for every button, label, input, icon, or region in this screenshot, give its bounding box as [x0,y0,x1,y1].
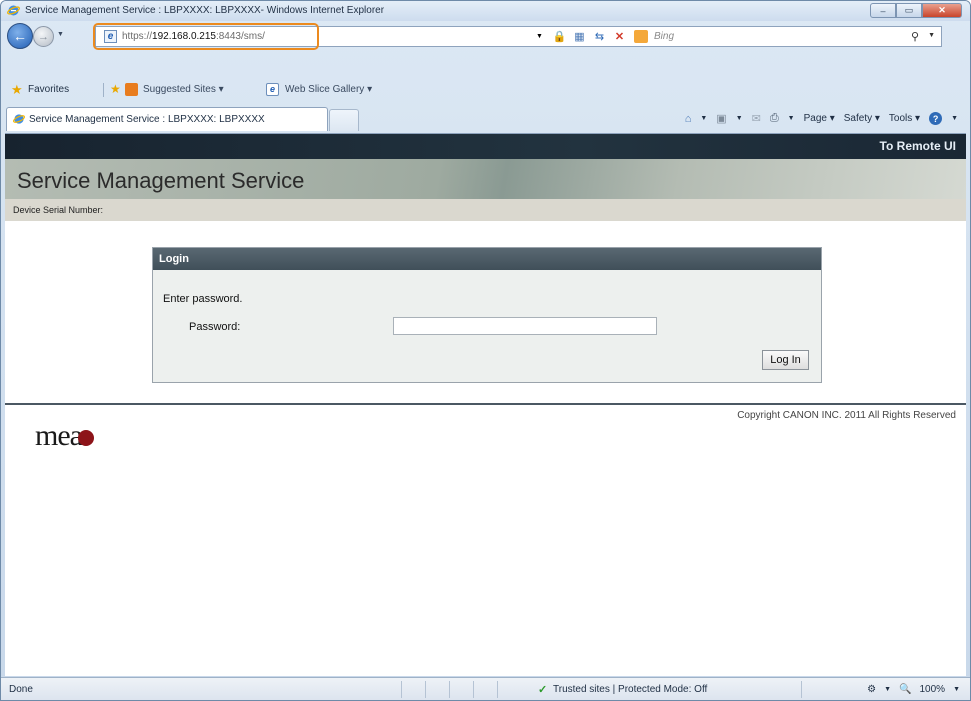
password-field[interactable] [393,317,657,335]
ie-tab-icon [13,114,25,124]
to-remote-ui-link[interactable]: To Remote UI [880,139,956,153]
zoom-icon[interactable]: 🔍 [899,684,911,695]
feeds-icon[interactable]: ▣ [716,112,726,125]
top-strip: To Remote UI [5,134,966,159]
status-text: Done [9,684,33,695]
copyright-text: Copyright CANON INC. 2011 All Rights Res… [737,410,956,421]
meap-logo: mea [35,419,94,453]
browser-window: Service Management Service : LBPXXXX: LB… [0,0,971,701]
add-favorite-icon[interactable]: ★ [110,82,121,96]
favorites-bar: ★ Favorites ★ Suggested Sites ▾ e Web Sl… [1,79,970,101]
login-button[interactable]: Log In [762,350,809,370]
compatibility-view-icon[interactable]: ▦ [572,29,587,44]
address-dropdown-icon[interactable]: ▼ [532,29,547,44]
web-slice-gallery-link[interactable]: Web Slice Gallery ▾ [285,84,372,95]
status-panels [401,681,521,698]
command-bar: ⌂ ▼ ▣ ▼ ✉ ⎙ ▼ Page ▾ Safety ▾ Tools ▾ ? … [685,112,958,125]
help-dropdown-icon[interactable]: ▼ [951,115,958,122]
favorites-button[interactable]: Favorites [28,84,69,95]
print-dropdown-icon[interactable]: ▼ [788,115,795,122]
status-panel [425,681,449,698]
forward-arrow-icon: → [38,30,49,43]
status-panel [449,681,473,698]
help-icon[interactable]: ? [929,112,943,125]
feeds-dropdown-icon[interactable]: ▼ [736,115,743,122]
home-dropdown-icon[interactable]: ▼ [700,115,707,122]
title-bar: Service Management Service : LBPXXXX: LB… [1,1,970,21]
tab-bar: Service Management Service : LBPXXXX: LB… [1,103,970,133]
password-label: Password: [189,321,241,333]
status-panel [497,681,521,698]
suggested-sites-icon [125,83,138,96]
print-icon[interactable]: ⎙ [770,112,779,125]
back-arrow-icon: ← [13,28,27,44]
zone-dropdown-icon[interactable]: ▼ [884,686,891,693]
search-dropdown-icon[interactable]: ▼ [928,32,935,39]
serial-bar: Device Serial Number: [5,199,966,221]
web-slice-icon: e [266,83,279,96]
window-title: Service Management Service : LBPXXXX: LB… [25,5,385,16]
mail-icon[interactable]: ✉ [752,112,761,125]
zoom-dropdown-icon[interactable]: ▼ [953,686,960,693]
status-bar: Done ✓ Trusted sites | Protected Mode: O… [1,677,970,700]
zone-settings-icon[interactable]: ⚙ [867,684,876,695]
suggested-sites-link[interactable]: Suggested Sites ▾ [143,84,224,95]
page-content: To Remote UI Service Management Service … [5,133,966,676]
trusted-zone-check-icon: ✓ [538,684,548,696]
meap-logo-dot-icon [77,430,94,446]
footer-divider [5,403,966,405]
search-input[interactable]: Bing [654,31,674,42]
meap-logo-text: mea [35,419,83,452]
login-prompt: Enter password. [163,293,243,305]
refresh-icon[interactable]: ⇆ [592,29,607,44]
minimize-button[interactable]: – [870,3,896,18]
bing-logo-icon [634,30,648,43]
url-highlight-callout [93,23,319,50]
forward-button[interactable]: → [33,26,54,47]
back-button[interactable]: ← [7,23,33,49]
page-title: Service Management Service [17,168,305,193]
stop-icon[interactable]: ✕ [612,29,627,44]
window-controls: – ▭ ✕ [870,3,962,18]
search-icon[interactable]: ⚲ [911,30,919,43]
tab-label: Service Management Service : LBPXXXX: LB… [29,114,265,125]
page-menu[interactable]: Page ▾ [804,113,835,124]
navigation-bar: ← → ▼ e https://192.168.0.215:8443/sms/ … [1,21,970,73]
tools-menu[interactable]: Tools ▾ [889,113,920,124]
login-panel: Login Enter password. Password: Log In [152,247,822,383]
serial-number-label: Device Serial Number: [13,205,104,215]
favorites-star-icon[interactable]: ★ [11,82,23,98]
history-dropdown-icon[interactable]: ▼ [57,31,64,38]
favorites-divider [103,83,104,97]
zoom-level[interactable]: 100% [919,684,945,695]
maximize-button[interactable]: ▭ [896,3,922,18]
status-panel [401,681,425,698]
new-tab-button[interactable] [329,109,359,131]
lock-icon[interactable]: 🔒 [552,29,567,44]
address-tools: ▼ 🔒 ▦ ⇆ ✕ [532,29,627,44]
home-icon[interactable]: ⌂ [685,113,692,125]
header-band: Service Management Service [5,159,966,199]
security-zone-text[interactable]: Trusted sites | Protected Mode: Off [553,684,707,695]
safety-menu[interactable]: Safety ▾ [844,113,880,124]
ie-logo-icon [7,5,20,16]
login-heading: Login [153,248,821,270]
status-right: ⚙ ▼ 🔍 100% ▼ [867,684,960,695]
close-button[interactable]: ✕ [922,3,962,18]
status-panel [473,681,497,698]
tab-service-management[interactable]: Service Management Service : LBPXXXX: LB… [6,107,328,131]
status-divider [801,681,802,698]
